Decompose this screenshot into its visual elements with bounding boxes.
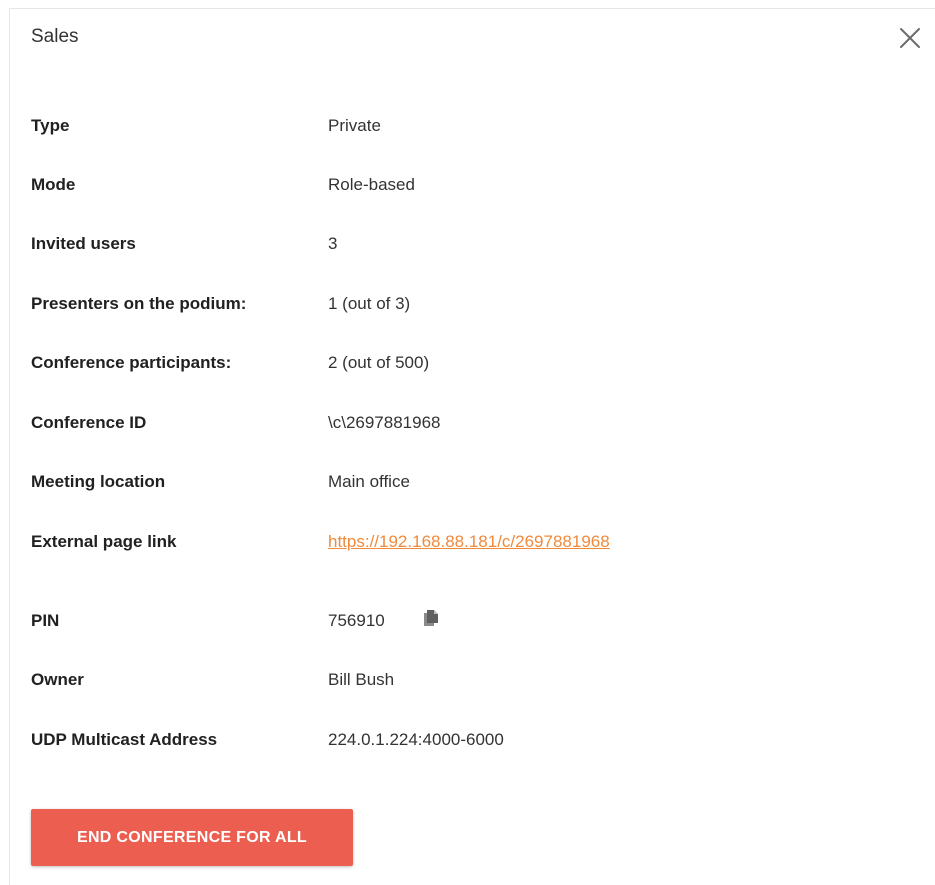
conference-details-dialog: Sales Type Private Mode Role-based Invit… xyxy=(9,8,935,885)
close-icon xyxy=(900,28,920,48)
conference-id-value: \c\2697881968 xyxy=(328,413,441,432)
detail-row-conference-id: Conference ID \c\2697881968 xyxy=(31,408,911,438)
external-link-label: External page link xyxy=(31,532,177,551)
detail-row-external-link: External page link https://192.168.88.18… xyxy=(31,527,911,557)
detail-row-type: Type Private xyxy=(31,111,911,141)
close-button[interactable] xyxy=(898,26,922,50)
type-value: Private xyxy=(328,116,381,135)
detail-row-owner: Owner Bill Bush xyxy=(31,665,911,695)
detail-row-presenters: Presenters on the podium: 1 (out of 3) xyxy=(31,289,911,319)
copy-pin-button[interactable] xyxy=(421,608,443,630)
pin-label: PIN xyxy=(31,611,60,630)
invited-users-label: Invited users xyxy=(31,234,136,253)
detail-row-udp-multicast: UDP Multicast Address 224.0.1.224:4000-6… xyxy=(31,725,911,755)
type-label: Type xyxy=(31,116,70,135)
meeting-location-value: Main office xyxy=(328,472,410,491)
udp-multicast-label: UDP Multicast Address xyxy=(31,730,218,749)
mode-label: Mode xyxy=(31,175,76,194)
copy-icon xyxy=(424,610,438,626)
dialog-title: Sales xyxy=(31,26,79,47)
udp-multicast-value: 224.0.1.224:4000-6000 xyxy=(328,730,504,749)
detail-row-mode: Mode Role-based xyxy=(31,170,911,200)
invited-users-value: 3 xyxy=(328,234,338,253)
participants-label: Conference participants: xyxy=(31,353,232,372)
owner-label: Owner xyxy=(31,670,84,689)
participants-value: 2 (out of 500) xyxy=(328,353,430,372)
presenters-label: Presenters on the podium: xyxy=(31,294,247,313)
meeting-location-label: Meeting location xyxy=(31,472,166,491)
detail-row-meeting-location: Meeting location Main office xyxy=(31,467,911,497)
presenters-value: 1 (out of 3) xyxy=(328,294,411,313)
mode-value: Role-based xyxy=(328,175,415,194)
detail-row-invited-users: Invited users 3 xyxy=(31,229,911,259)
detail-row-pin: PIN 756910 xyxy=(31,606,911,636)
detail-row-participants: Conference participants: 2 (out of 500) xyxy=(31,348,911,378)
owner-value: Bill Bush xyxy=(328,670,395,689)
end-conference-button[interactable]: END CONFERENCE FOR ALL xyxy=(31,809,353,866)
external-page-link[interactable]: https://192.168.88.181/c/2697881968 xyxy=(328,527,610,557)
pin-value: 756910 xyxy=(328,611,385,630)
conference-id-label: Conference ID xyxy=(31,413,147,432)
